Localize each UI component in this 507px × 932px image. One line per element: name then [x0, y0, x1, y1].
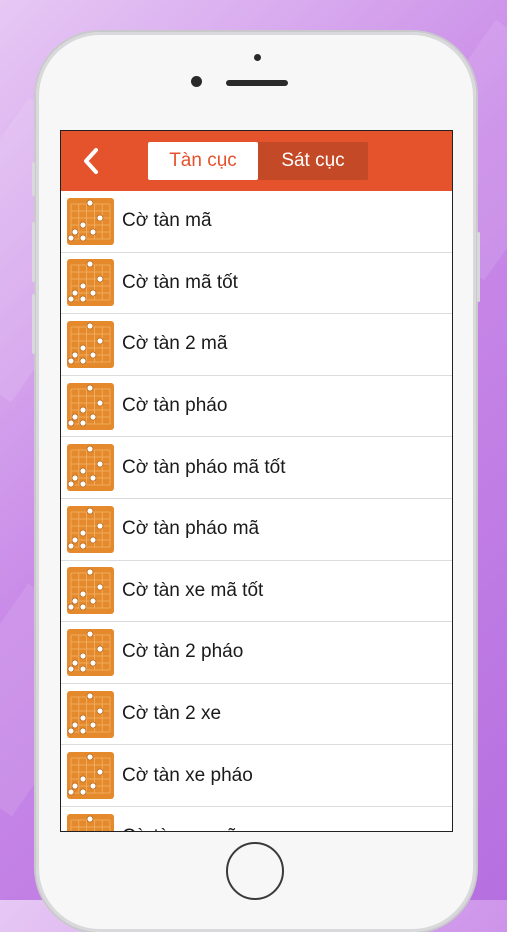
chess-board-icon [67, 630, 111, 673]
list-item[interactable]: Cờ tàn xe pháo [61, 745, 452, 807]
endgame-thumbnail [67, 690, 114, 738]
chevron-left-icon [84, 148, 98, 174]
endgame-thumbnail [67, 382, 114, 430]
chess-board-icon [67, 199, 111, 242]
back-button[interactable] [75, 145, 107, 177]
volume-down-button [32, 294, 35, 354]
list-item-label: Cờ tàn pháo mã [122, 518, 260, 540]
list-item[interactable]: Cờ tàn pháo mã tốt [61, 437, 452, 499]
chess-board-icon [67, 384, 111, 426]
endgame-thumbnail [67, 320, 114, 368]
list-item[interactable]: Cờ tàn xe mã [61, 807, 452, 831]
list-item[interactable]: Cờ tàn pháo mã [61, 499, 452, 561]
endgame-thumbnail [67, 813, 114, 831]
chess-board-icon [67, 692, 111, 734]
phone-frame: Tàn cục Sát cục Cờ tàn mã Cờ tàn mã tốt Cờ… [32, 32, 480, 932]
list-item[interactable]: Cờ tàn pháo [61, 376, 452, 438]
chess-board-icon [67, 507, 111, 550]
list-item-label: Cờ tàn mã tốt [122, 271, 238, 293]
list-item-label: Cờ tàn pháo [122, 395, 228, 417]
list-item[interactable]: Cờ tàn 2 pháo [61, 622, 452, 684]
list-item-label: Cờ tàn xe mã [122, 826, 237, 831]
list-item[interactable]: Cờ tàn mã tốt [61, 253, 452, 315]
chess-board-icon [67, 753, 111, 796]
endgame-thumbnail [67, 628, 114, 676]
endgame-thumbnail [67, 444, 114, 492]
list-item-label: Cờ tàn 2 pháo [122, 641, 244, 663]
volume-up-button [32, 222, 35, 282]
endgame-thumbnail [67, 505, 114, 553]
earpiece-speaker [226, 80, 288, 86]
list-item-label: Cờ tàn xe mã tốt [122, 579, 264, 601]
segmented-control: Tàn cục Sát cục [148, 142, 368, 180]
list-item[interactable]: Cờ tàn mã [61, 191, 452, 253]
list-item-label: Cờ tàn 2 xe [122, 703, 222, 725]
endgame-thumbnail [67, 197, 114, 245]
chess-board-icon [67, 260, 111, 303]
endgame-thumbnail [67, 752, 114, 800]
list-item-label: Cờ tàn 2 mã [122, 333, 228, 355]
endgame-thumbnail [67, 567, 114, 615]
tab-tan-cuc[interactable]: Tàn cục [148, 142, 258, 180]
app-screen: Tàn cục Sát cục Cờ tàn mã Cờ tàn mã tốt Cờ… [60, 130, 453, 832]
front-sensor [254, 54, 261, 61]
chess-board-icon [70, 815, 111, 831]
list-item[interactable]: Cờ tàn xe mã tốt [61, 561, 452, 623]
list-item[interactable]: Cờ tàn 2 xe [61, 684, 452, 746]
mute-switch [32, 162, 35, 196]
endgame-thumbnail [67, 259, 114, 307]
chess-board-icon [67, 568, 111, 611]
endgame-list: Cờ tàn mã Cờ tàn mã tốt Cờ tàn 2 mã Cờ tàn … [61, 191, 452, 831]
chess-board-icon [67, 445, 111, 488]
list-item-label: Cờ tàn mã [122, 210, 212, 232]
navigation-bar: Tàn cục Sát cục [61, 131, 452, 191]
list-item-label: Cờ tàn xe pháo [122, 764, 253, 786]
tab-sat-cuc[interactable]: Sát cục [258, 142, 368, 180]
home-button[interactable] [226, 842, 284, 900]
list-item-label: Cờ tàn pháo mã tốt [122, 456, 286, 478]
front-camera [191, 76, 202, 87]
chess-board-icon [67, 322, 111, 365]
list-item[interactable]: Cờ tàn 2 mã [61, 314, 452, 376]
power-button [477, 232, 480, 302]
